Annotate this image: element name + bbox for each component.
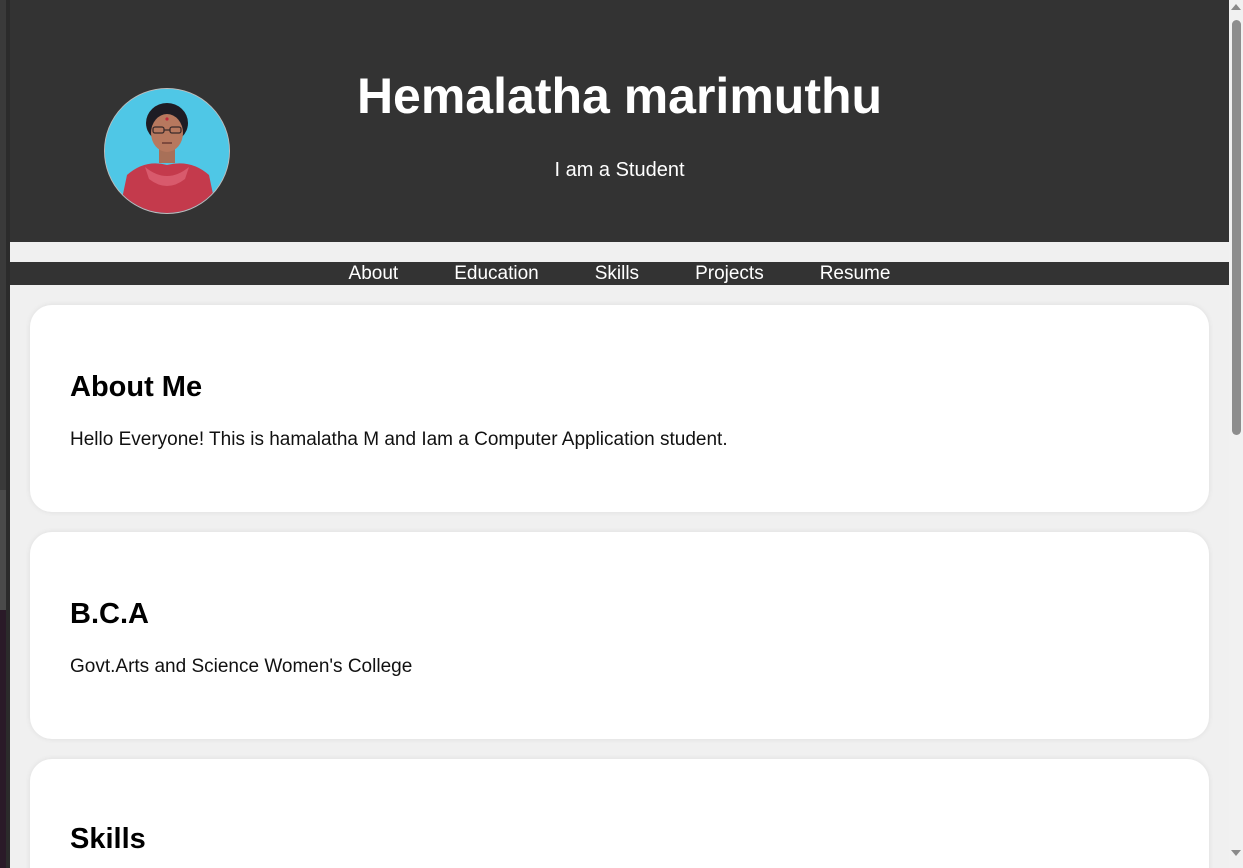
scroll-up-arrow-icon[interactable] — [1231, 4, 1241, 10]
education-text: Govt.Arts and Science Women's College — [70, 656, 413, 677]
page-title: Hemalatha marimuthu — [356, 68, 883, 124]
vertical-scrollbar[interactable] — [1229, 0, 1243, 868]
about-section: About Me Hello Everyone! This is hamalat… — [30, 305, 1209, 512]
about-text: Hello Everyone! This is hamalatha M and … — [70, 429, 728, 450]
education-heading: B.C.A — [70, 598, 149, 630]
scroll-down-arrow-icon[interactable] — [1231, 850, 1241, 856]
main-navigation: About Education Skills Projects Resume — [10, 262, 1229, 285]
nav-link-about[interactable]: About — [349, 262, 399, 285]
desktop-background-edge — [0, 0, 10, 868]
skills-heading: Skills — [70, 823, 146, 855]
scrollbar-thumb[interactable] — [1232, 20, 1241, 435]
site-header: Hemalatha marimuthu I am a Student — [10, 0, 1229, 242]
education-section: B.C.A Govt.Arts and Science Women's Coll… — [30, 532, 1209, 739]
browser-viewport: Hemalatha marimuthu I am a Student About… — [10, 0, 1229, 868]
about-heading: About Me — [70, 371, 203, 403]
page-subtitle: I am a Student — [554, 159, 685, 181]
nav-link-education[interactable]: Education — [454, 262, 539, 285]
nav-link-skills[interactable]: Skills — [595, 262, 639, 285]
skills-section: Skills — [30, 759, 1209, 868]
nav-link-resume[interactable]: Resume — [820, 262, 891, 285]
nav-link-projects[interactable]: Projects — [695, 262, 764, 285]
